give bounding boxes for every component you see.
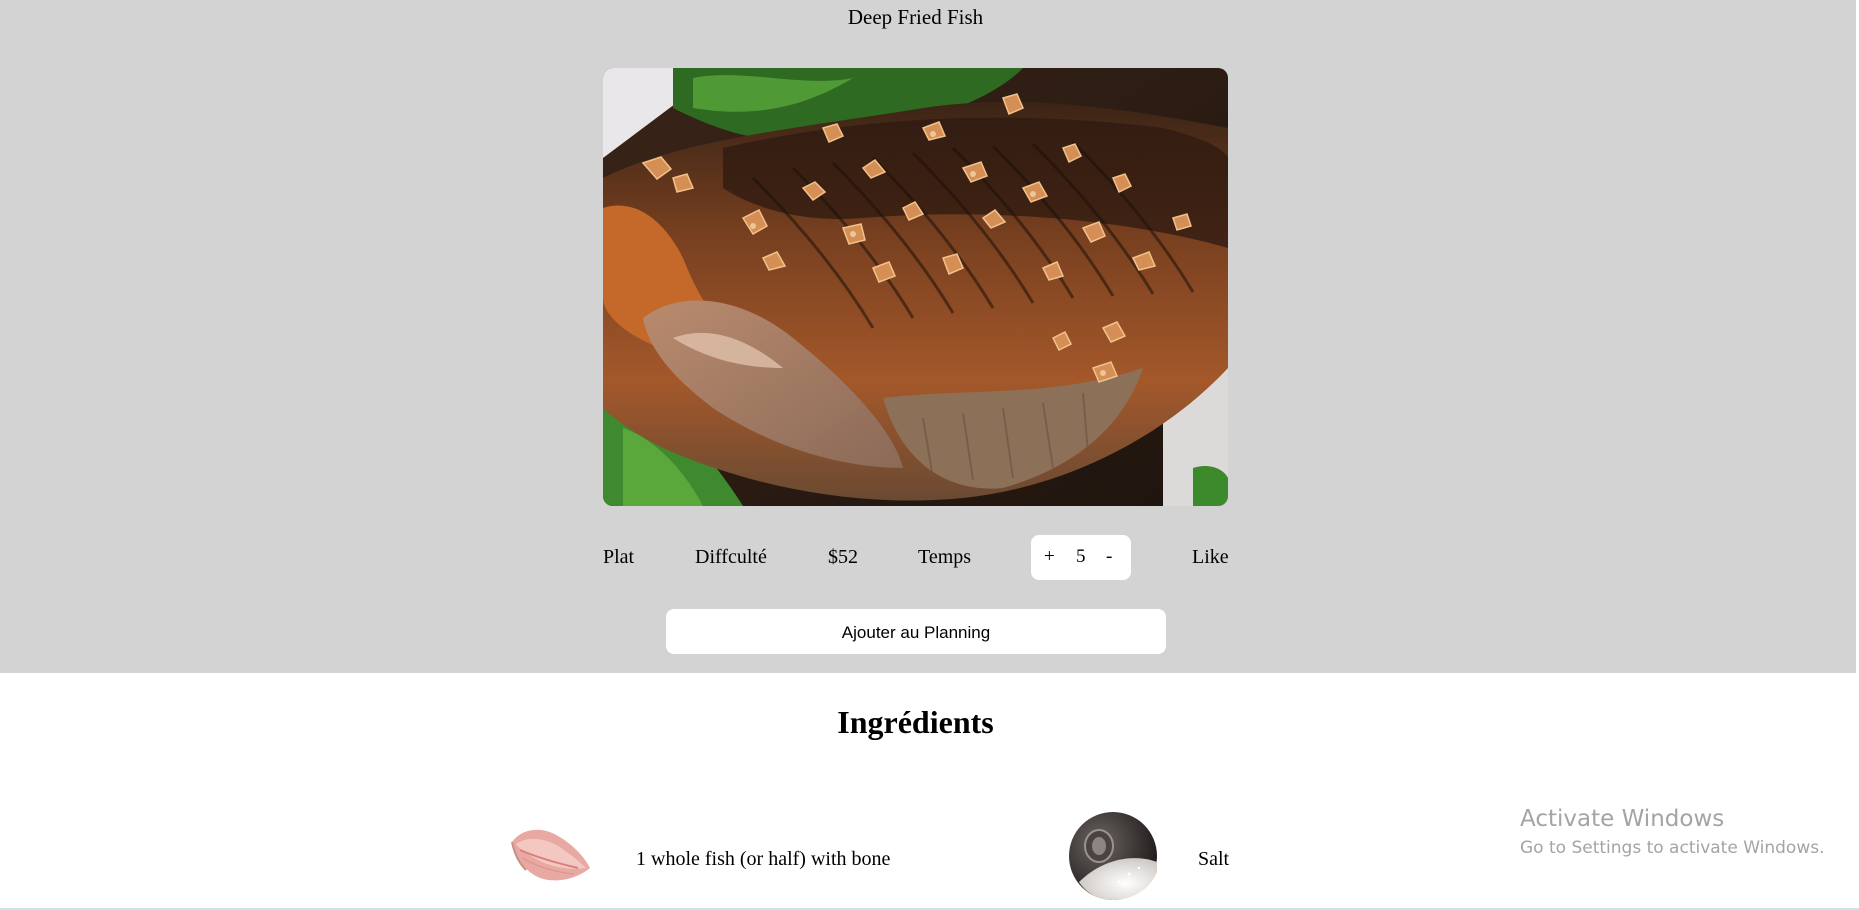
increase-servings-button[interactable]: + [1044,545,1055,569]
fried-fish-photo [603,68,1228,506]
recipe-photo [603,68,1228,506]
page: Deep Fried Fish Plat Diffculté $52 Temps… [0,0,1859,910]
recipe-hero: Deep Fried Fish Plat Diffculté $52 Temps… [0,0,1856,673]
plat-label: Plat [603,546,635,568]
salt-icon [1069,812,1157,900]
servings-value: 5 [1076,546,1086,567]
ingredient-item-fish-image [508,822,593,886]
like-button[interactable]: Like [1192,535,1229,580]
ingredient-item-salt-image [1069,812,1157,900]
ingredient-item-text: 1 whole fish (or half) with bone [636,848,891,870]
ingredient-item-text: Salt [1198,848,1230,870]
activate-windows-title: Activate Windows [1520,806,1725,832]
add-to-planning-button[interactable]: Ajouter au Planning [666,609,1166,654]
recipe-title: Deep Fried Fish [847,5,984,29]
time-label: Temps [918,546,972,568]
decrease-servings-button[interactable]: - [1106,545,1112,569]
price-label: $52 [828,546,858,568]
windows-activation-watermark: Activate Windows Go to Settings to activ… [1520,804,1825,860]
servings-stepper: + 5 - [1031,535,1131,580]
recipe-info-row: Plat Diffculté $52 Temps Like [0,535,1859,580]
ingredients-heading: Ingrédients [837,704,994,740]
activate-windows-subtitle: Go to Settings to activate Windows. [1520,838,1825,858]
difficulty-label: Diffculté [695,546,767,568]
fish-fillet-icon [511,829,590,881]
